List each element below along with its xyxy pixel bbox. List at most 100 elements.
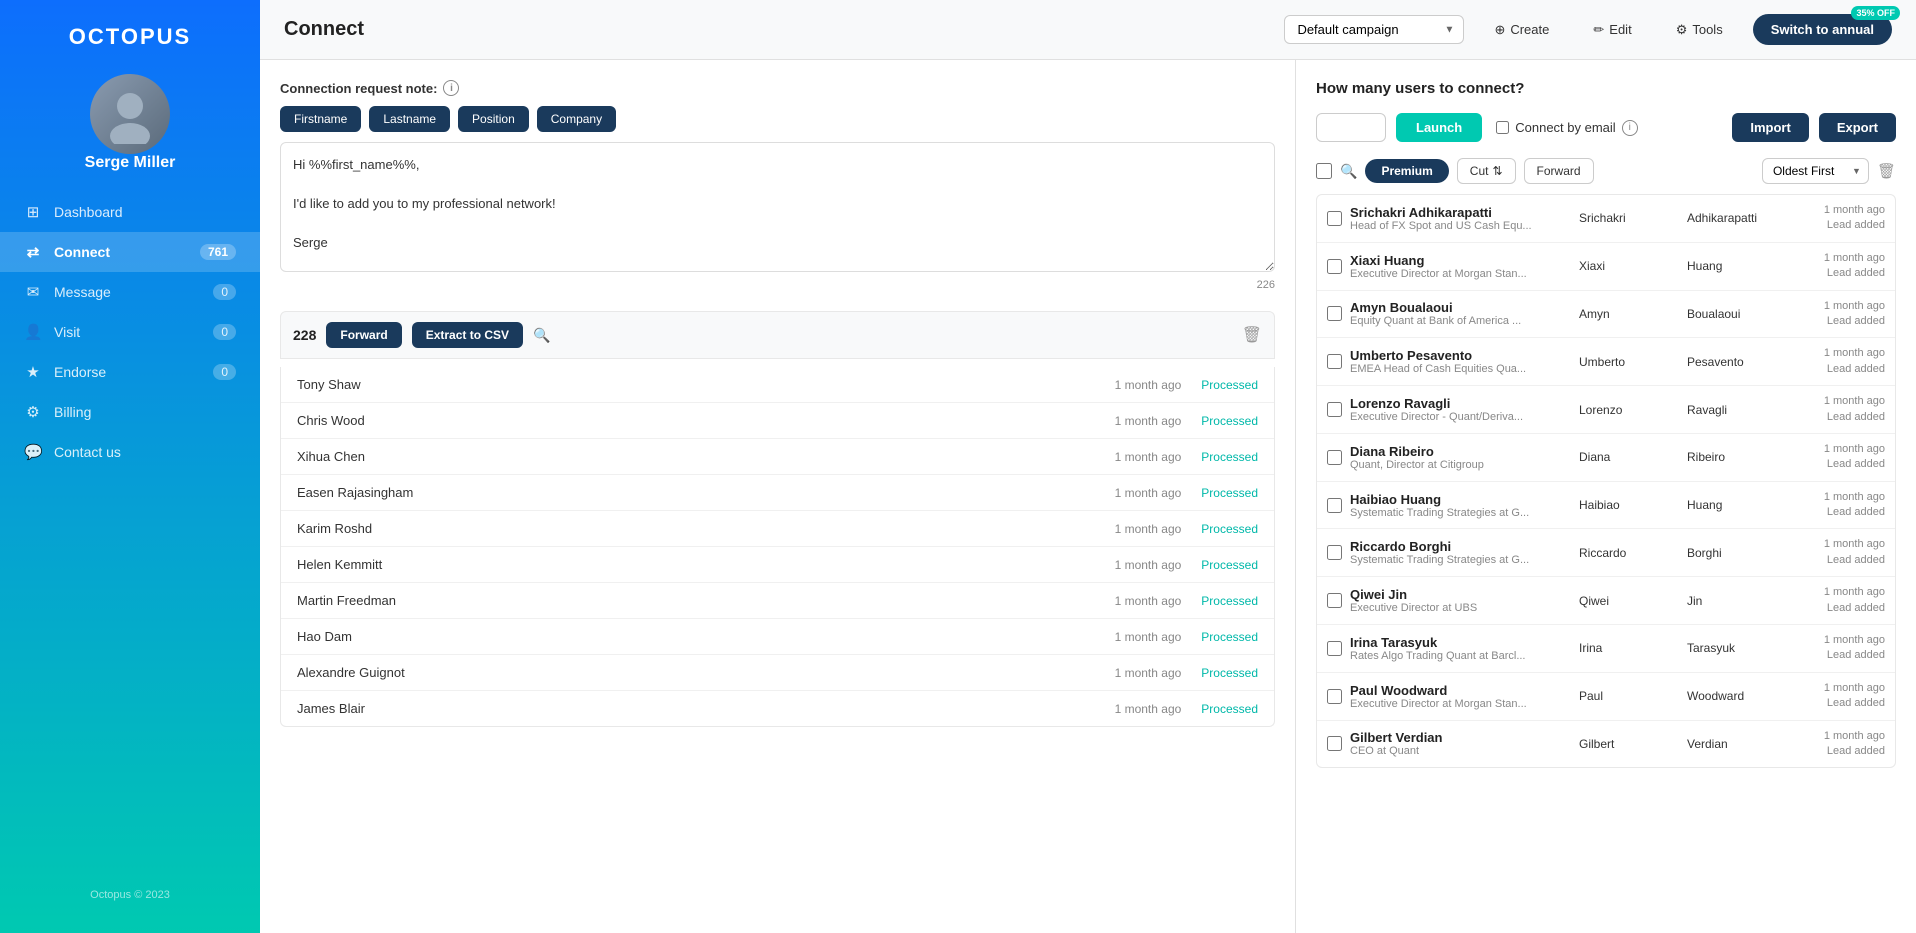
- note-textarea[interactable]: Hi %%first_name%%, I'd like to add you t…: [280, 142, 1275, 272]
- topbar: Connect Default campaign ⊕ Create ✏ Edit…: [260, 0, 1916, 60]
- cut-arrows-icon: ⇅: [1492, 164, 1502, 178]
- lead-checkbox[interactable]: [1327, 259, 1342, 274]
- cut-filter-button[interactable]: Cut ⇅: [1457, 158, 1516, 184]
- queue-row: James Blair 1 month ago Processed: [281, 691, 1274, 726]
- lead-checkbox[interactable]: [1327, 498, 1342, 513]
- campaign-select[interactable]: Default campaign: [1284, 15, 1464, 44]
- sidebar-item-label: Contact us: [54, 444, 121, 460]
- queue-row: Helen Kemmitt 1 month ago Processed: [281, 547, 1274, 583]
- import-export-row: Import Export: [1732, 113, 1896, 142]
- tag-buttons: Firstname Lastname Position Company: [280, 106, 1275, 132]
- sidebar-item-label: Endorse: [54, 364, 106, 380]
- position-tag-button[interactable]: Position: [458, 106, 529, 132]
- tools-icon: ⚙: [1676, 22, 1688, 38]
- sidebar-item-label: Connect: [54, 244, 110, 260]
- launch-row: Launch Connect by email i Import Export: [1316, 113, 1896, 142]
- sidebar-item-label: Message: [54, 284, 111, 300]
- leads-list: Srichakri Adhikarapatti Head of FX Spot …: [1316, 194, 1896, 768]
- lead-checkbox[interactable]: [1327, 211, 1342, 226]
- lead-row: Paul Woodward Executive Director at Morg…: [1317, 673, 1895, 721]
- message-badge: 0: [213, 284, 236, 300]
- sidebar-item-connect[interactable]: ⇄ Connect 761: [0, 232, 260, 272]
- launch-button[interactable]: Launch: [1396, 113, 1482, 142]
- sidebar-item-endorse[interactable]: ★ Endorse 0: [0, 352, 260, 392]
- user-count-input[interactable]: [1316, 113, 1386, 142]
- lead-checkbox[interactable]: [1327, 450, 1342, 465]
- right-panel: How many users to connect? Launch Connec…: [1296, 60, 1916, 933]
- sidebar-nav: ⊞ Dashboard ⇄ Connect 761 ✉ Message 0 👤 …: [0, 192, 260, 472]
- right-panel-title: How many users to connect?: [1316, 80, 1896, 97]
- sidebar: OCTOPUS Serge Miller ⊞ Dashboard ⇄ Conne…: [0, 0, 260, 933]
- queue-list: Tony Shaw 1 month ago Processed Chris Wo…: [280, 367, 1275, 727]
- lead-row: Haibiao Huang Systematic Trading Strateg…: [1317, 482, 1895, 530]
- queue-row: Alexandre Guignot 1 month ago Processed: [281, 655, 1274, 691]
- create-button[interactable]: ⊕ Create: [1480, 15, 1563, 45]
- sidebar-item-billing[interactable]: ⚙ Billing: [0, 392, 260, 432]
- queue-row: Tony Shaw 1 month ago Processed: [281, 367, 1274, 403]
- firstname-tag-button[interactable]: Firstname: [280, 106, 361, 132]
- lead-checkbox[interactable]: [1327, 593, 1342, 608]
- forward-filter-button[interactable]: Forward: [1524, 158, 1594, 184]
- lastname-tag-button[interactable]: Lastname: [369, 106, 450, 132]
- lead-row: Lorenzo Ravagli Executive Director - Qua…: [1317, 386, 1895, 434]
- leads-search-button[interactable]: 🔍: [1340, 163, 1357, 180]
- lead-checkbox[interactable]: [1327, 689, 1342, 704]
- sidebar-item-label: Billing: [54, 404, 91, 420]
- switch-annual-button[interactable]: 35% OFF Switch to annual: [1753, 14, 1892, 45]
- sidebar-item-label: Visit: [54, 324, 80, 340]
- sidebar-item-contact[interactable]: 💬 Contact us: [0, 432, 260, 472]
- queue-row: Easen Rajasingham 1 month ago Processed: [281, 475, 1274, 511]
- lead-row: Irina Tarasyuk Rates Algo Trading Quant …: [1317, 625, 1895, 673]
- select-all-checkbox[interactable]: [1316, 163, 1332, 179]
- queue-header: 228 Forward Extract to CSV 🔍 🗑: [280, 311, 1275, 359]
- message-icon: ✉: [24, 283, 42, 301]
- leads-delete-button[interactable]: 🗑: [1877, 162, 1896, 180]
- left-panel: Connection request note: i Firstname Las…: [260, 60, 1296, 933]
- sidebar-footer: Octopus © 2023: [74, 873, 186, 917]
- dashboard-icon: ⊞: [24, 203, 42, 221]
- extract-csv-button[interactable]: Extract to CSV: [412, 322, 523, 348]
- sidebar-item-visit[interactable]: 👤 Visit 0: [0, 312, 260, 352]
- sidebar-item-label: Dashboard: [54, 204, 123, 220]
- connect-email-checkbox[interactable]: [1496, 121, 1509, 134]
- premium-filter-button[interactable]: Premium: [1365, 159, 1448, 183]
- queue-delete-button[interactable]: 🗑: [1242, 325, 1262, 345]
- connect-email-label: Connect by email i: [1496, 120, 1637, 136]
- lead-checkbox[interactable]: [1327, 641, 1342, 656]
- lead-checkbox[interactable]: [1327, 306, 1342, 321]
- lead-checkbox[interactable]: [1327, 736, 1342, 751]
- connect-icon: ⇄: [24, 243, 42, 261]
- create-icon: ⊕: [1494, 22, 1505, 38]
- lead-checkbox[interactable]: [1327, 545, 1342, 560]
- tools-button[interactable]: ⚙ Tools: [1662, 15, 1737, 45]
- lead-row: Riccardo Borghi Systematic Trading Strat…: [1317, 529, 1895, 577]
- export-button[interactable]: Export: [1819, 113, 1896, 142]
- queue-search-button[interactable]: 🔍: [533, 327, 550, 344]
- char-count: 226: [280, 279, 1275, 291]
- queue-row: Martin Freedman 1 month ago Processed: [281, 583, 1274, 619]
- avatar: [90, 74, 170, 154]
- sidebar-item-dashboard[interactable]: ⊞ Dashboard: [0, 192, 260, 232]
- endorse-badge: 0: [213, 364, 236, 380]
- filter-row: 🔍 Premium Cut ⇅ Forward Oldest First New…: [1316, 158, 1896, 184]
- lead-checkbox[interactable]: [1327, 402, 1342, 417]
- forward-button[interactable]: Forward: [326, 322, 401, 348]
- info-icon[interactable]: i: [443, 80, 459, 96]
- sidebar-item-message[interactable]: ✉ Message 0: [0, 272, 260, 312]
- billing-icon: ⚙: [24, 403, 42, 421]
- discount-badge: 35% OFF: [1851, 6, 1900, 20]
- sidebar-username: Serge Miller: [85, 154, 176, 172]
- lead-row: Xiaxi Huang Executive Director at Morgan…: [1317, 243, 1895, 291]
- lead-row: Amyn Boualaoui Equity Quant at Bank of A…: [1317, 291, 1895, 339]
- sort-select[interactable]: Oldest First Newest First A-Z Z-A: [1762, 158, 1869, 184]
- edit-button[interactable]: ✏ Edit: [1579, 15, 1645, 45]
- queue-row: Xihua Chen 1 month ago Processed: [281, 439, 1274, 475]
- lead-row: Srichakri Adhikarapatti Head of FX Spot …: [1317, 195, 1895, 243]
- import-button[interactable]: Import: [1732, 113, 1808, 142]
- connection-note-label: Connection request note: i: [280, 80, 1275, 96]
- connect-badge: 761: [200, 244, 236, 260]
- lead-checkbox[interactable]: [1327, 354, 1342, 369]
- email-info-icon[interactable]: i: [1622, 120, 1638, 136]
- main-content: Connect Default campaign ⊕ Create ✏ Edit…: [260, 0, 1916, 933]
- company-tag-button[interactable]: Company: [537, 106, 616, 132]
